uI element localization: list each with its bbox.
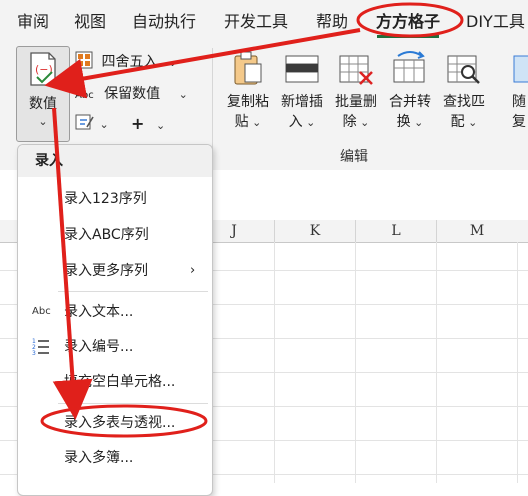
- copy-paste-label1: 复制粘: [227, 94, 269, 110]
- menu-item-label: 录入多表与透视...: [64, 415, 176, 431]
- number-format-icon: (−): [30, 52, 56, 86]
- menu-separator: [58, 403, 208, 404]
- merge-convert-label1: 合并转: [389, 94, 431, 110]
- menu-item-123-sequence[interactable]: 录入123序列: [18, 183, 212, 215]
- chevron-down-icon: ⌄: [248, 116, 262, 129]
- insert-button[interactable]: 新增插 入 ⌄: [276, 48, 328, 136]
- menu-item-enter-numbering[interactable]: 1 2 3 录入编号...: [18, 331, 212, 363]
- chevron-down-icon: ⌄: [410, 116, 424, 129]
- chevron-down-icon: ⌄: [38, 115, 48, 128]
- edit-dropdown-button[interactable]: ⌄: [75, 112, 109, 136]
- grid-line: [274, 242, 275, 483]
- column-header-k[interactable]: K: [274, 220, 355, 242]
- value-button-label: 数值: [29, 96, 57, 112]
- batch-delete-label2: 除 ⌄: [342, 114, 370, 130]
- menu-item-enter-text[interactable]: Abc 录入文本...: [18, 296, 212, 328]
- tab-automate[interactable]: 自动执行: [132, 0, 196, 42]
- delete-table-icon: [339, 55, 373, 85]
- find-match-button[interactable]: 查找匹 配 ⌄: [438, 48, 490, 136]
- plus-button[interactable]: + ⌄: [131, 112, 165, 136]
- insert-icon: [285, 55, 319, 83]
- menu-item-multi-sheet-pivot[interactable]: 录入多表与透视...: [18, 407, 212, 439]
- tab-review[interactable]: 审阅: [17, 0, 49, 42]
- round-icon: [75, 51, 93, 69]
- tab-view[interactable]: 视图: [74, 0, 106, 42]
- find-match-label1: 查找匹: [443, 94, 485, 110]
- menu-separator: [58, 291, 208, 292]
- random-label1: 随: [512, 94, 526, 110]
- menu-item-abc-sequence[interactable]: 录入ABC序列: [18, 219, 212, 251]
- numbered-list-icon: 1 2 3: [32, 338, 49, 357]
- value-button[interactable]: (−) 数值 ⌄: [16, 46, 70, 142]
- menu-item-label: 录入123序列: [64, 191, 147, 207]
- chevron-down-icon: ⌄: [155, 119, 166, 132]
- value-dropdown-menu: 录入 录入123序列 录入ABC序列 录入更多序列 › Abc 录入文本... …: [17, 144, 213, 496]
- random-icon: [513, 55, 528, 83]
- chevron-down-icon: ⌄: [302, 116, 316, 129]
- chevron-down-icon: ⌄: [356, 116, 370, 129]
- menu-item-fill-blank-cells[interactable]: 填充空白单元格...: [18, 366, 212, 398]
- chevron-down-icon: ⌄: [167, 56, 178, 69]
- menu-item-label: 录入更多序列: [64, 263, 148, 279]
- chevron-right-icon: ›: [190, 263, 196, 278]
- dropdown-header: 录入: [18, 145, 212, 177]
- group-separator: [212, 48, 213, 160]
- merge-convert-icon: [393, 51, 425, 83]
- edit-icon: [75, 114, 94, 130]
- menu-bar: 审阅 视图 自动执行 开发工具 帮助 方方格子 DIY工具: [0, 0, 528, 42]
- plus-icon: +: [131, 114, 145, 133]
- edit-group-label: 编辑: [340, 149, 368, 165]
- abc-text-icon: Abc: [75, 90, 94, 101]
- grid-line: [517, 242, 518, 483]
- grid-line: [355, 242, 356, 483]
- chevron-down-icon: ⌄: [99, 118, 109, 131]
- random-button[interactable]: 随 复: [504, 48, 528, 136]
- svg-text:3: 3: [32, 350, 36, 357]
- grid-line: [436, 242, 437, 483]
- keep-value-button[interactable]: Abc 保留数值 ⌄: [75, 82, 188, 106]
- menu-item-multi-workbook[interactable]: 录入多簿...: [18, 442, 212, 474]
- menu-item-more-sequences[interactable]: 录入更多序列 ›: [18, 255, 212, 287]
- random-label2: 复: [512, 114, 526, 130]
- chevron-down-icon: ⌄: [178, 88, 188, 101]
- menu-item-label: 录入ABC序列: [64, 227, 149, 243]
- copy-paste-label2: 贴 ⌄: [234, 114, 262, 130]
- insert-label2: 入 ⌄: [288, 114, 316, 130]
- tab-developer[interactable]: 开发工具: [224, 0, 288, 42]
- tab-help[interactable]: 帮助: [316, 0, 348, 42]
- abc-text-icon: Abc: [32, 306, 51, 317]
- menu-item-label: 录入文本...: [64, 304, 134, 320]
- column-header-l[interactable]: L: [355, 220, 436, 242]
- active-tab-indicator: [377, 35, 439, 38]
- menu-item-label: 录入编号...: [64, 339, 134, 355]
- tab-diy-tools[interactable]: DIY工具: [466, 0, 525, 42]
- round-button-label: 四舍五入: [101, 54, 158, 70]
- merge-convert-label2: 换 ⌄: [396, 114, 424, 130]
- chevron-down-icon: ⌄: [464, 116, 478, 129]
- batch-delete-button[interactable]: 批量删 除 ⌄: [330, 48, 382, 136]
- merge-convert-button[interactable]: 合并转 换 ⌄: [384, 48, 436, 136]
- column-header-m[interactable]: M: [436, 220, 517, 242]
- copy-paste-button[interactable]: 复制粘 贴 ⌄: [222, 48, 274, 136]
- clipboard-icon: [234, 51, 262, 85]
- batch-delete-label1: 批量删: [335, 94, 377, 110]
- find-match-label2: 配 ⌄: [450, 114, 478, 130]
- menu-item-label: 录入多簿...: [64, 450, 134, 466]
- find-match-icon: [447, 55, 480, 84]
- insert-label1: 新增插: [281, 94, 323, 110]
- keep-value-label: 保留数值: [104, 86, 161, 102]
- round-button[interactable]: 四舍五入 ⌄: [75, 50, 177, 74]
- menu-item-label: 填充空白单元格...: [64, 374, 176, 390]
